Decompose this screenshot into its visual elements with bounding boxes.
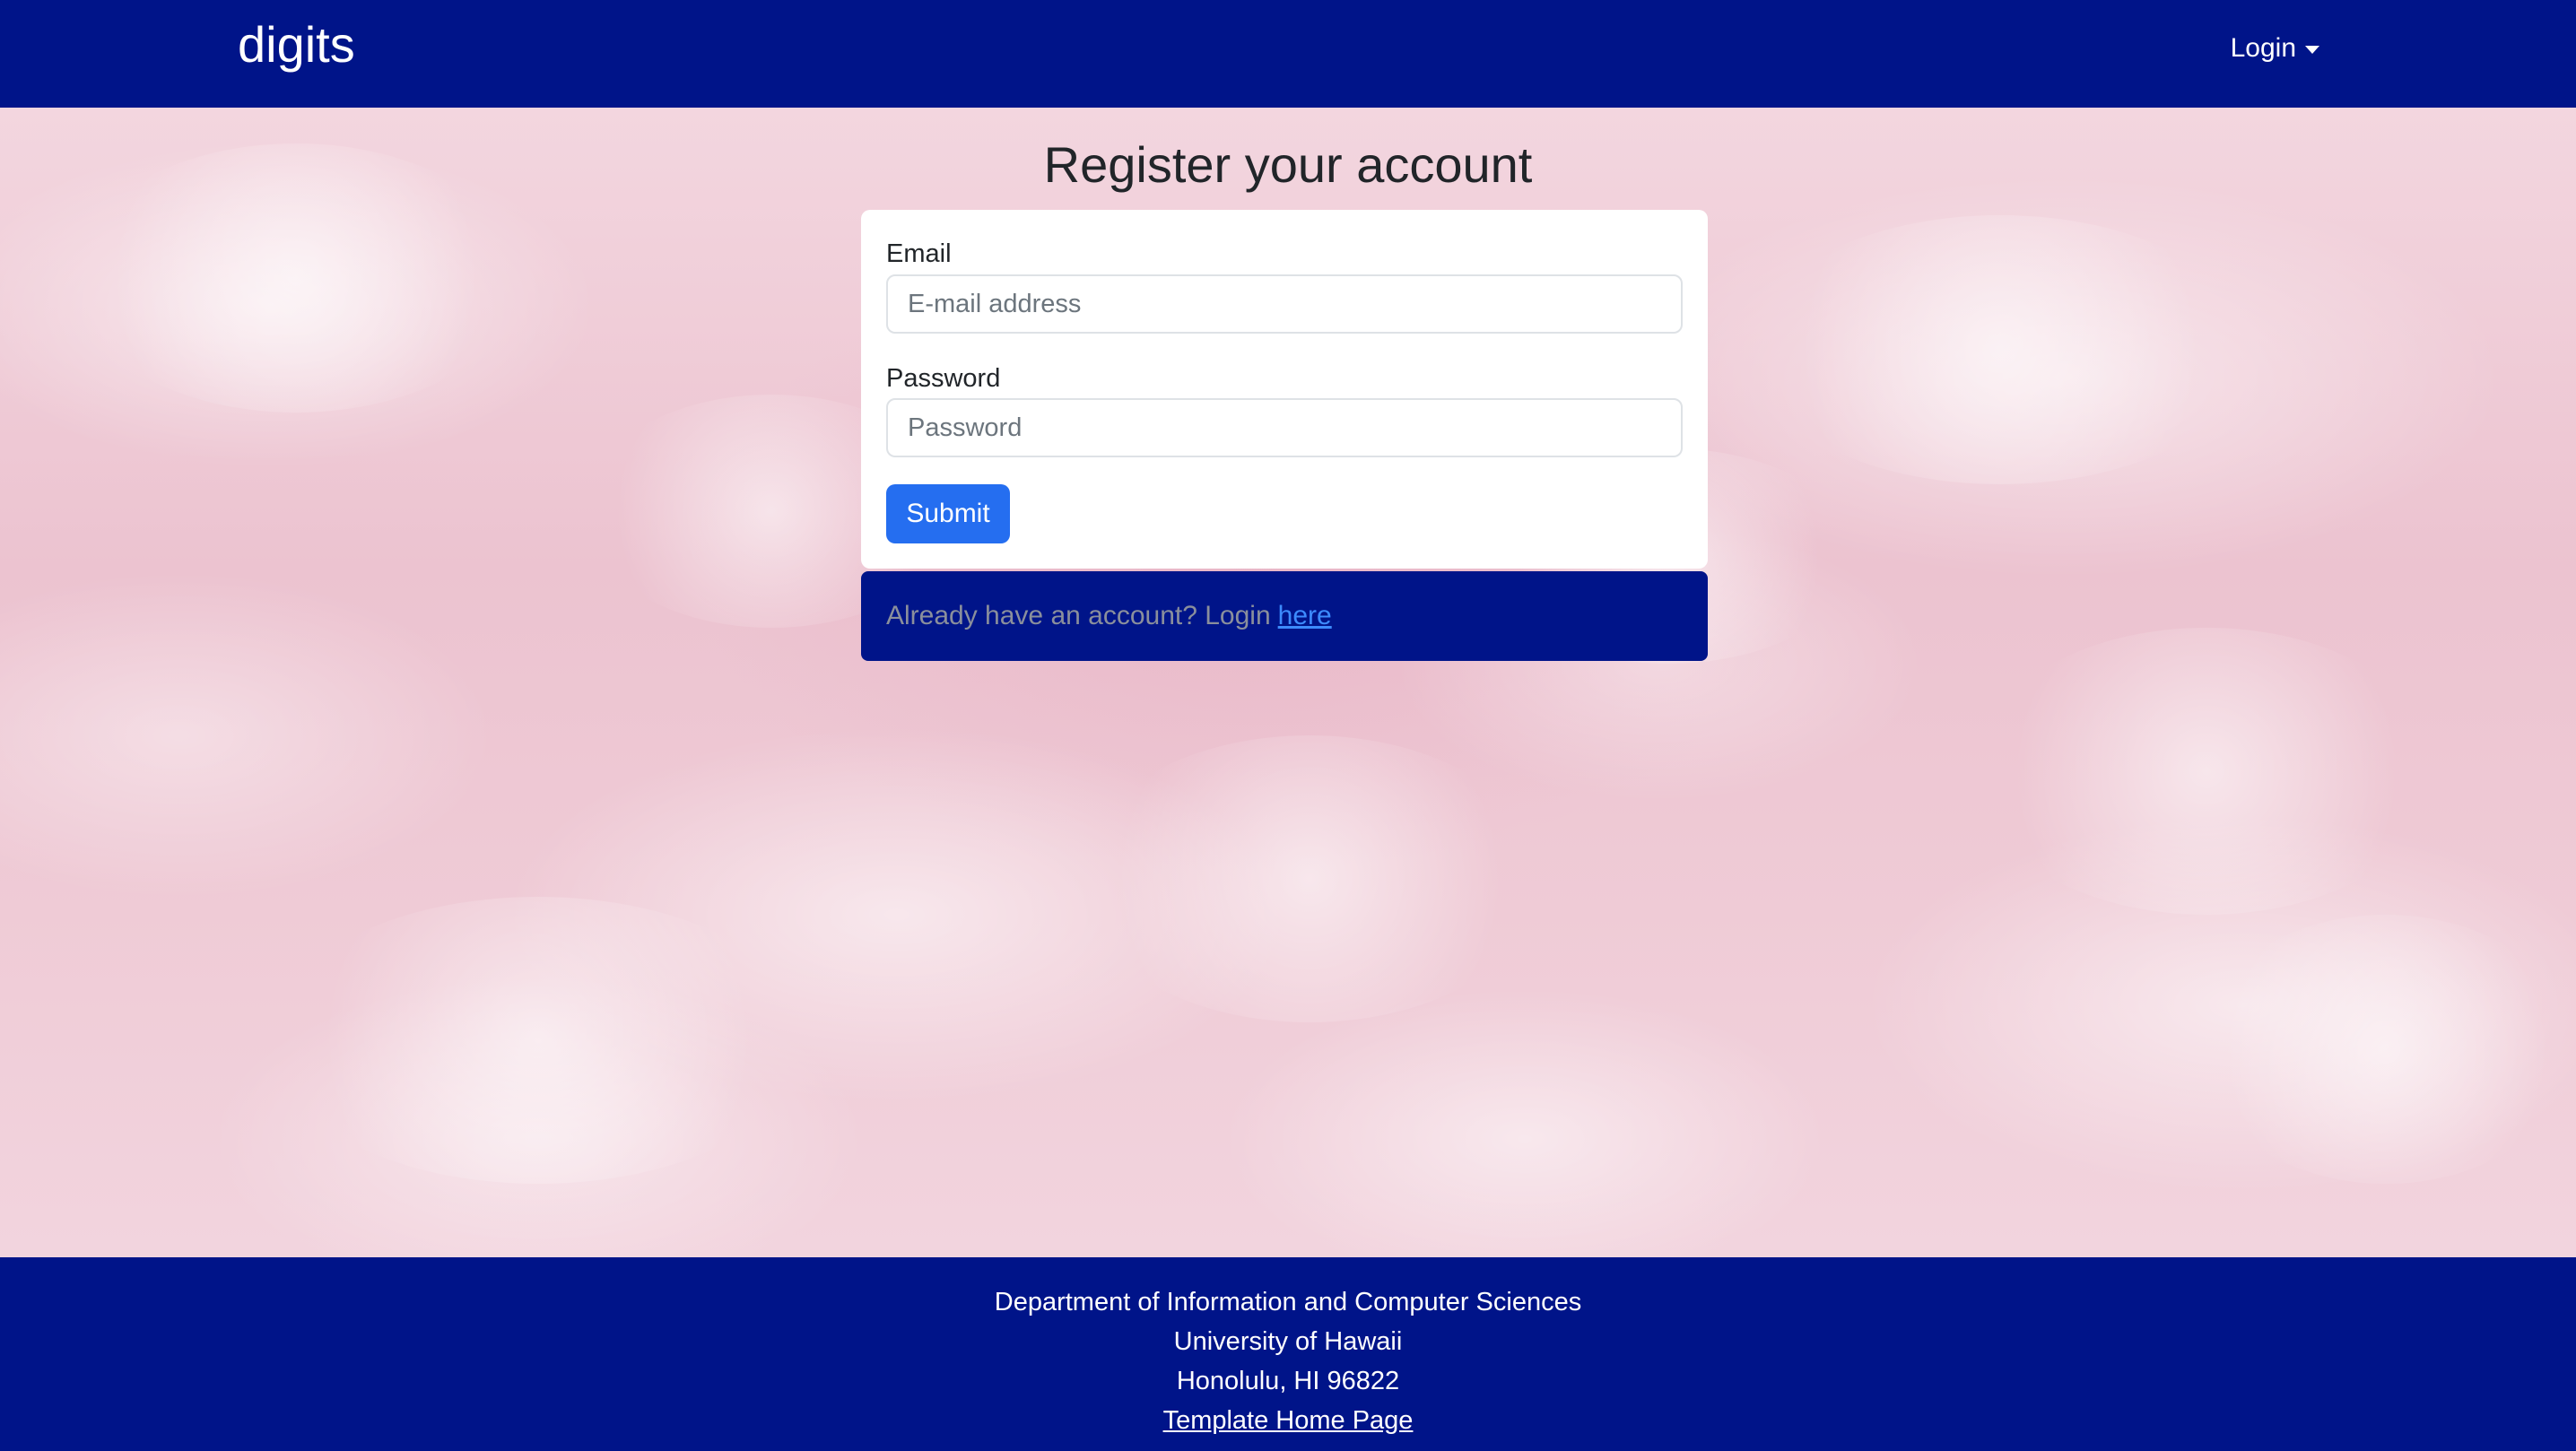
footer-university: University of Hawaii — [1173, 1327, 1403, 1356]
brand-logo-link[interactable]: digits — [238, 13, 355, 77]
caret-down-icon — [2305, 45, 2319, 54]
page-title: Register your account — [1043, 136, 1533, 193]
password-field[interactable] — [886, 398, 1683, 457]
email-field[interactable] — [886, 274, 1683, 334]
password-label: Password — [886, 364, 1001, 393]
template-home-link[interactable]: Template Home Page — [1163, 1406, 1414, 1435]
login-alert: Already have an account? Login here — [861, 571, 1708, 661]
top-navbar: digits Login — [0, 0, 2576, 108]
login-dropdown-label: Login — [2230, 33, 2296, 63]
login-dropdown[interactable]: Login — [2231, 30, 2319, 66]
login-here-link[interactable]: here — [1278, 601, 1332, 631]
footer: Department of Information and Computer S… — [0, 1257, 2576, 1451]
register-form-card: Email Password Submit — [861, 210, 1708, 569]
footer-department: Department of Information and Computer S… — [994, 1288, 1582, 1316]
footer-address: Honolulu, HI 96822 — [1176, 1367, 1400, 1395]
email-label: Email — [886, 239, 952, 268]
login-alert-text: Already have an account? Login — [886, 601, 1271, 630]
submit-button[interactable]: Submit — [886, 484, 1010, 543]
